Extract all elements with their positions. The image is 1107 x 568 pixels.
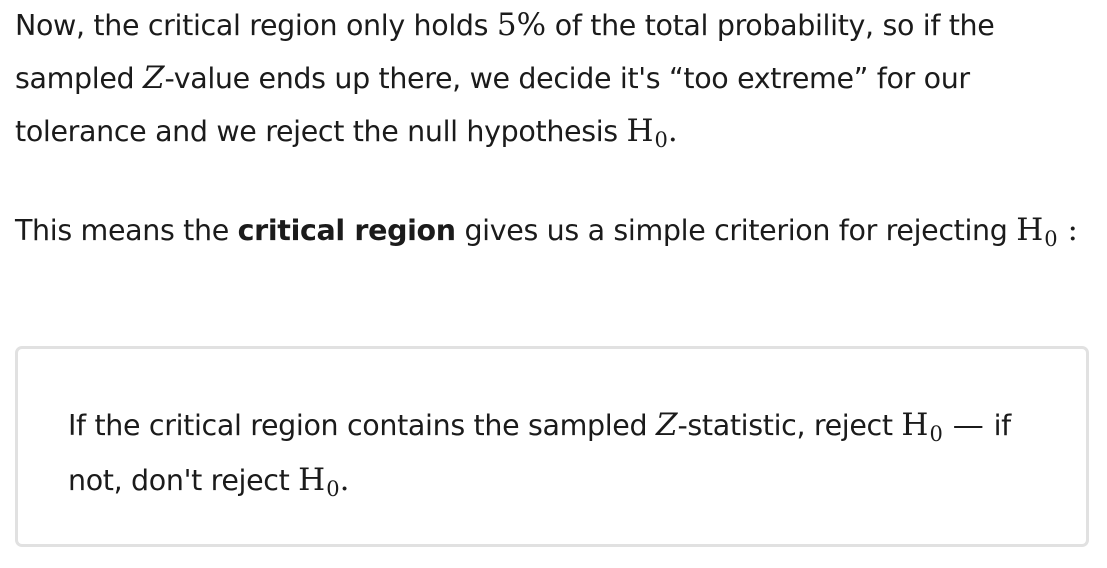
math-five-percent: 5% <box>496 7 547 43</box>
em-dash: — <box>942 407 994 443</box>
paragraph-criterion: This means the critical region gives us … <box>15 204 1095 259</box>
period: . <box>339 462 350 498</box>
math-h-subscript: 0 <box>654 128 668 152</box>
callout-text-part: If the critical region contains the samp… <box>68 409 656 442</box>
rule-callout-box: If the critical region contains the samp… <box>15 346 1089 547</box>
colon: : <box>1057 212 1078 248</box>
math-h-subscript: 0 <box>929 422 943 446</box>
paragraph-text: Now, the critical region only holds <box>15 9 497 42</box>
math-h: H <box>626 113 654 149</box>
paragraph-text: gives us a simple criterion for rejectin… <box>455 214 1017 247</box>
math-h: H <box>1016 212 1044 248</box>
math-h-subscript: 0 <box>1044 227 1058 251</box>
math-z: Z <box>142 60 165 96</box>
math-z: Z <box>655 407 678 443</box>
math-h-subscript: 0 <box>326 477 340 501</box>
math-h: H <box>298 462 326 498</box>
period: . <box>667 113 678 149</box>
math-h: H <box>901 407 929 443</box>
callout-text: If the critical region contains the samp… <box>68 399 1068 509</box>
paragraph-text: This means the <box>15 214 238 247</box>
bold-term: critical region <box>237 214 456 247</box>
article-body: Now, the critical region only holds 5% o… <box>15 0 1095 259</box>
paragraph-critical-region: Now, the critical region only holds 5% o… <box>15 0 1095 160</box>
callout-text-part: -statistic, reject <box>677 409 902 442</box>
